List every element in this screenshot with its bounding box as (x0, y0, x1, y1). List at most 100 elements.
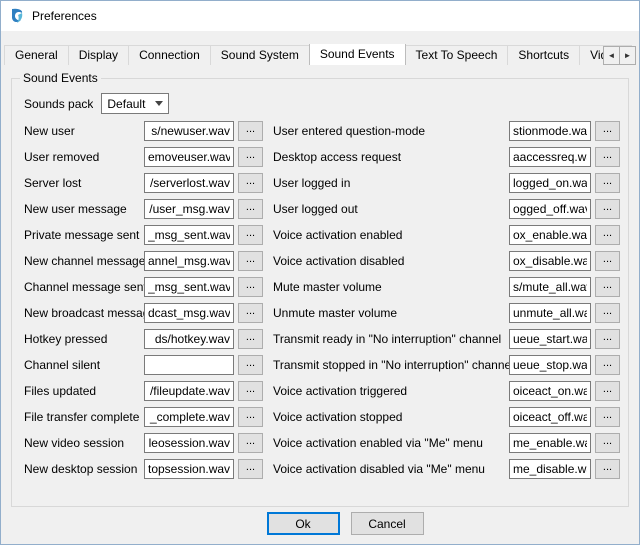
sound-file-input[interactable] (509, 251, 591, 271)
browse-button[interactable]: ... (595, 303, 620, 323)
browse-button[interactable]: ... (238, 121, 263, 141)
tab-bar: General Display Connection Sound System … (4, 44, 636, 65)
event-label: New channel message (24, 254, 144, 268)
tab-scroll-left-icon[interactable]: ◄ (603, 46, 620, 65)
sound-event-row: New user message ... User logged out ... (24, 196, 628, 222)
event-label: Desktop access request (273, 150, 509, 164)
sound-file-input[interactable] (144, 173, 234, 193)
sound-events-rows: New user ... User entered question-mode … (24, 118, 628, 482)
sound-file-input[interactable] (144, 251, 234, 271)
event-label: User removed (24, 150, 144, 164)
teamtalk-logo-icon (9, 8, 25, 24)
browse-button[interactable]: ... (595, 121, 620, 141)
sound-event-row: Channel silent ... Transmit stopped in "… (24, 352, 628, 378)
sound-file-input[interactable] (509, 225, 591, 245)
browse-button[interactable]: ... (238, 329, 263, 349)
sound-file-input[interactable] (144, 459, 234, 479)
sounds-pack-select[interactable]: Default (101, 93, 169, 114)
sound-file-input[interactable] (509, 329, 591, 349)
browse-button[interactable]: ... (238, 303, 263, 323)
sound-event-row: Server lost ... User logged in ... (24, 170, 628, 196)
browse-button[interactable]: ... (238, 251, 263, 271)
titlebar[interactable]: Preferences (1, 1, 639, 31)
cancel-button[interactable]: Cancel (351, 512, 424, 535)
sound-file-input[interactable] (509, 459, 591, 479)
sound-file-input[interactable] (509, 147, 591, 167)
event-label: Voice activation disabled via "Me" menu (273, 462, 509, 476)
browse-button[interactable]: ... (238, 225, 263, 245)
browse-button[interactable]: ... (595, 199, 620, 219)
sound-events-group: Sound Events Sounds pack Default New use… (11, 71, 629, 507)
sound-file-input[interactable] (144, 199, 234, 219)
dialog-footer: Ok Cancel (1, 512, 639, 535)
sound-file-input[interactable] (509, 381, 591, 401)
browse-button[interactable]: ... (595, 355, 620, 375)
sound-file-input[interactable] (509, 355, 591, 375)
sound-file-input[interactable] (144, 303, 234, 323)
event-label: Channel silent (24, 358, 144, 372)
browse-button[interactable]: ... (238, 277, 263, 297)
event-label: Mute master volume (273, 280, 509, 294)
browse-button[interactable]: ... (595, 329, 620, 349)
sound-file-input[interactable] (509, 277, 591, 297)
sounds-pack-value: Default (107, 97, 145, 111)
sound-event-row: New video session ... Voice activation e… (24, 430, 628, 456)
sound-file-input[interactable] (144, 121, 234, 141)
sound-event-row: Private message sent ... Voice activatio… (24, 222, 628, 248)
sound-file-input[interactable] (144, 329, 234, 349)
browse-button[interactable]: ... (595, 459, 620, 479)
sound-file-input[interactable] (509, 173, 591, 193)
event-label: Voice activation triggered (273, 384, 509, 398)
sound-file-input[interactable] (144, 225, 234, 245)
sound-file-input[interactable] (144, 355, 234, 375)
tab-connection[interactable]: Connection (128, 45, 211, 65)
browse-button[interactable]: ... (595, 381, 620, 401)
sound-file-input[interactable] (144, 381, 234, 401)
chevron-down-icon (155, 101, 163, 106)
sound-event-row: User removed ... Desktop access request … (24, 144, 628, 170)
event-label: File transfer complete (24, 410, 144, 424)
browse-button[interactable]: ... (595, 433, 620, 453)
browse-button[interactable]: ... (238, 433, 263, 453)
event-label: New broadcast message (24, 306, 144, 320)
event-label: New desktop session (24, 462, 144, 476)
browse-button[interactable]: ... (238, 199, 263, 219)
tab-display[interactable]: Display (68, 45, 129, 65)
browse-button[interactable]: ... (238, 381, 263, 401)
sound-file-input[interactable] (509, 407, 591, 427)
event-label: Hotkey pressed (24, 332, 144, 346)
browse-button[interactable]: ... (595, 407, 620, 427)
browse-button[interactable]: ... (595, 147, 620, 167)
sound-file-input[interactable] (144, 147, 234, 167)
event-label: User logged in (273, 176, 509, 190)
sound-file-input[interactable] (509, 199, 591, 219)
ok-button[interactable]: Ok (267, 512, 340, 535)
browse-button[interactable]: ... (595, 277, 620, 297)
sound-file-input[interactable] (144, 277, 234, 297)
preferences-window: Preferences General Display Connection S… (0, 0, 640, 545)
tab-sound-events[interactable]: Sound Events (309, 44, 406, 65)
sound-file-input[interactable] (144, 407, 234, 427)
browse-button[interactable]: ... (595, 225, 620, 245)
event-label: Server lost (24, 176, 144, 190)
sound-file-input[interactable] (509, 121, 591, 141)
sound-event-row: Channel message sent ... Mute master vol… (24, 274, 628, 300)
tab-general[interactable]: General (4, 45, 69, 65)
browse-button[interactable]: ... (238, 147, 263, 167)
sound-file-input[interactable] (144, 433, 234, 453)
tab-scroll-right-icon[interactable]: ► (619, 46, 636, 65)
tab-sound-system[interactable]: Sound System (210, 45, 310, 65)
event-label: Transmit stopped in "No interruption" ch… (273, 358, 509, 372)
sound-file-input[interactable] (509, 433, 591, 453)
tab-text-to-speech[interactable]: Text To Speech (405, 45, 509, 65)
browse-button[interactable]: ... (238, 459, 263, 479)
event-label: Voice activation enabled (273, 228, 509, 242)
browse-button[interactable]: ... (595, 251, 620, 271)
browse-button[interactable]: ... (595, 173, 620, 193)
tab-shortcuts[interactable]: Shortcuts (507, 45, 580, 65)
browse-button[interactable]: ... (238, 173, 263, 193)
browse-button[interactable]: ... (238, 355, 263, 375)
browse-button[interactable]: ... (238, 407, 263, 427)
sound-file-input[interactable] (509, 303, 591, 323)
event-label: Channel message sent (24, 280, 144, 294)
